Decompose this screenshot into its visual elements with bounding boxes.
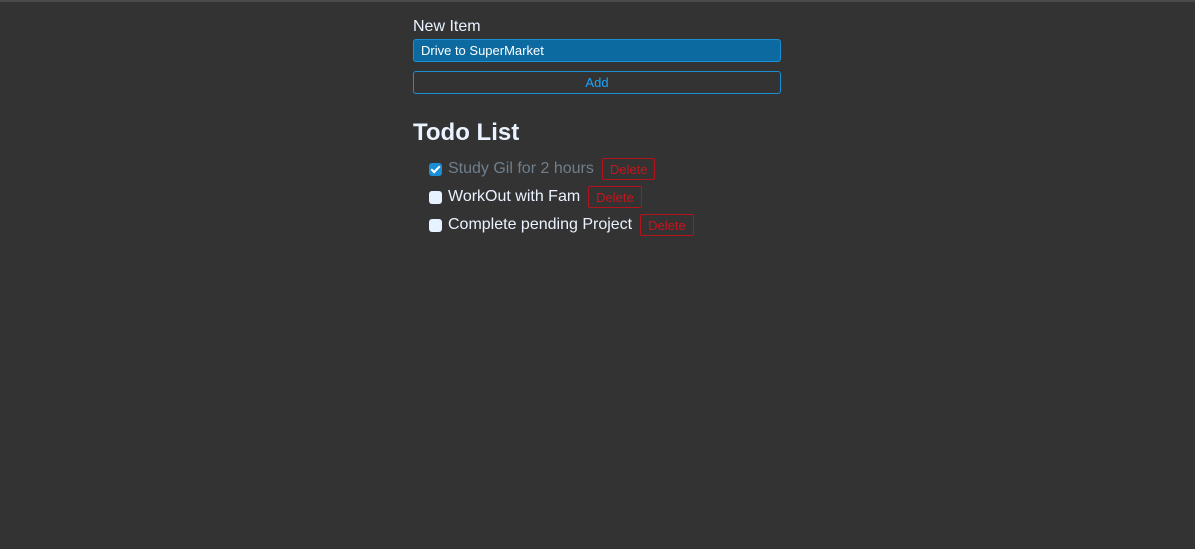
todo-list-title: Todo List — [413, 119, 520, 146]
window-top-border — [0, 0, 1195, 2]
todo-app: New Item Add Todo List Study Gil for 2 h… — [413, 18, 781, 239]
delete-button[interactable]: Delete — [640, 214, 694, 236]
todo-item: Complete pending Project Delete — [429, 211, 781, 239]
new-item-form: New Item Add — [413, 18, 781, 94]
todo-checkbox[interactable] — [429, 190, 442, 204]
delete-button[interactable]: Delete — [601, 158, 656, 180]
new-item-label: New Item — [413, 18, 481, 35]
todo-item-text: Study Gil for 2 hours — [448, 160, 594, 177]
todo-item-text: WorkOut with Fam — [448, 188, 581, 205]
todo-item: WorkOut with Fam Delete — [429, 183, 781, 211]
todo-item-text: Complete pending Project — [448, 216, 633, 233]
todo-item: Study Gil for 2 hours Delete — [429, 155, 781, 183]
delete-button[interactable]: Delete — [588, 186, 642, 208]
todo-checkbox[interactable] — [429, 162, 442, 176]
todo-list: Study Gil for 2 hours Delete WorkOut wit… — [429, 155, 781, 239]
todo-checkbox[interactable] — [429, 218, 442, 232]
new-item-input[interactable] — [413, 39, 781, 62]
add-button[interactable]: Add — [413, 71, 781, 94]
